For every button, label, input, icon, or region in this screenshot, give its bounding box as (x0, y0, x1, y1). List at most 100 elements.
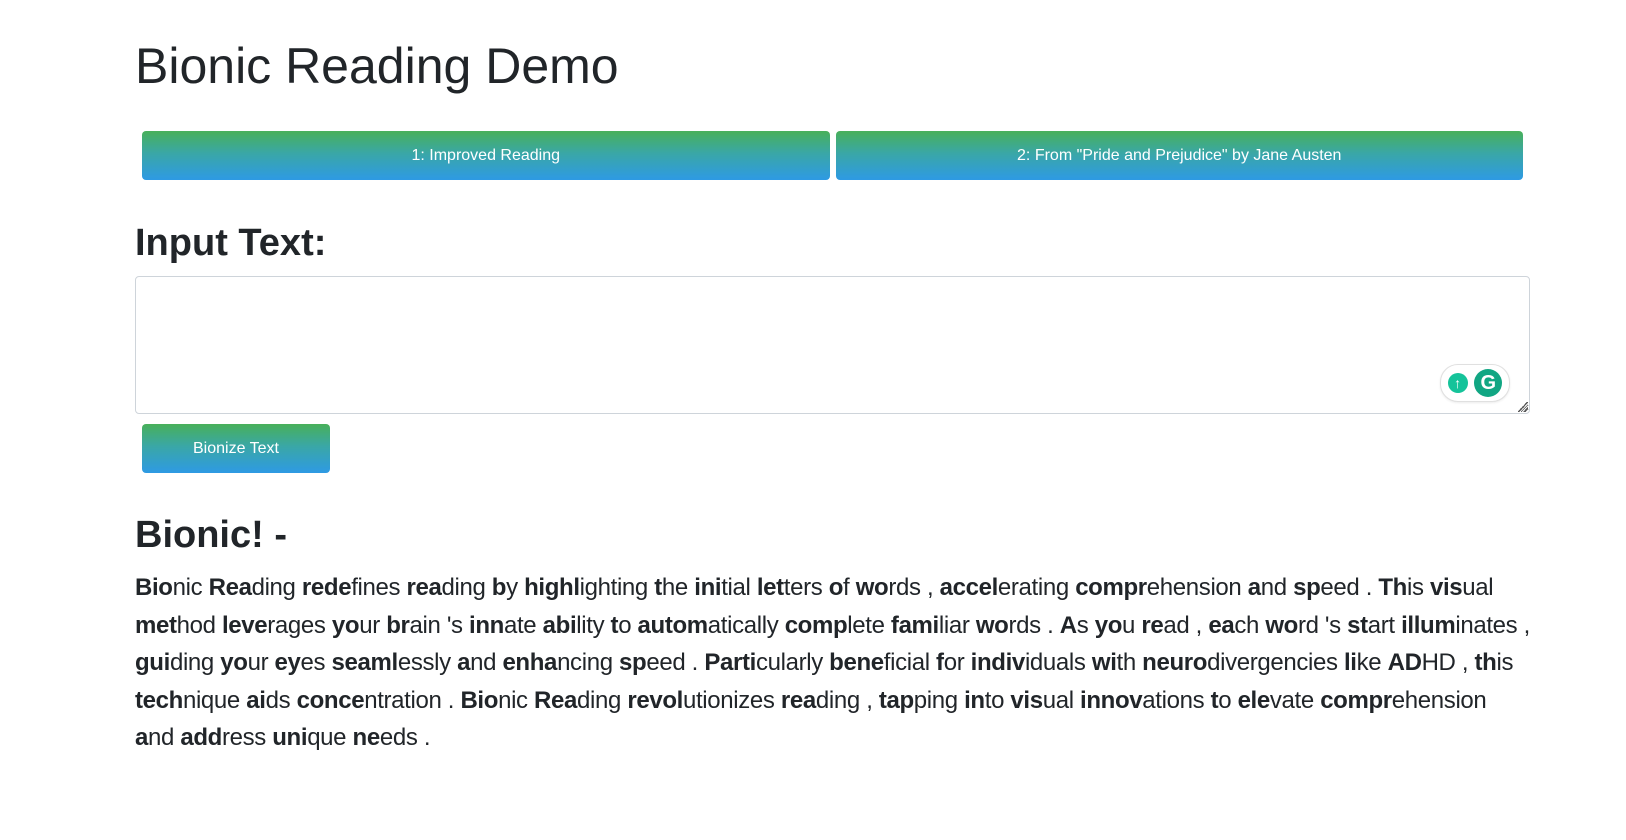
preset-button-improved-reading[interactable]: 1: Improved Reading (142, 131, 830, 180)
bionic-word-rest: art (1367, 611, 1395, 639)
bionic-word-rest: ate (503, 611, 537, 639)
input-text-area[interactable] (135, 276, 1530, 414)
bionic-word-bold: li (1343, 649, 1357, 677)
bionic-word-rest: nic (172, 574, 203, 601)
bionic-word-rest: inates (1455, 611, 1518, 639)
bionic-word-bold: uni (272, 724, 308, 752)
bionic-word: Particularly (704, 649, 823, 676)
bionic-word-bold: ini (694, 574, 722, 601)
bionic-word: . (691, 649, 699, 677)
bionic-word-rest: 's (1324, 611, 1341, 639)
bionic-word: each (1208, 612, 1259, 639)
bionic-word-bold: Th (1378, 574, 1407, 601)
bionic-word: redefines (302, 574, 401, 601)
bionic-word-bold: vis (1429, 574, 1463, 601)
bionic-word-rest: ters (783, 574, 823, 601)
bionic-word-bold: b (491, 574, 507, 601)
bionic-word-bold: compr (1320, 686, 1392, 714)
bionic-word-rest: ual (1042, 686, 1074, 714)
bionic-output-heading: Bionic! - (135, 514, 287, 556)
bionic-word-rest: liar (938, 611, 970, 639)
bionic-word-bold: compr (1075, 574, 1147, 601)
bionic-word-rest: ur (247, 649, 269, 677)
bionic-word-bold: neuro (1142, 649, 1208, 677)
bionic-word-rest: ch (1234, 611, 1259, 639)
bionic-word: you (1095, 611, 1136, 639)
resize-handle-icon[interactable] (1518, 402, 1528, 412)
bionic-word: aids (246, 687, 290, 714)
bionic-word-bold: in (964, 686, 985, 714)
bionic-word-rest: o (618, 611, 632, 639)
grammarly-widget[interactable]: ↑ G (1440, 364, 1510, 402)
bionic-word: eyes (275, 649, 326, 676)
bionic-word-rest: u (1122, 611, 1136, 639)
bionic-word-rest: , (1523, 611, 1531, 639)
bionic-word-bold: t (654, 574, 662, 601)
bionic-word-bold: gui (135, 649, 170, 677)
bionic-word-bold: ea (1208, 611, 1235, 639)
lightbulb-icon[interactable]: ↑ (1447, 373, 1468, 393)
bionic-word: familiar (891, 612, 970, 639)
bionic-word-bold: A (1059, 611, 1077, 639)
bionic-word-bold: a (135, 724, 148, 752)
preset-button-pride-and-prejudice[interactable]: 2: From "Pride and Prejudice" by Jane Au… (835, 131, 1523, 180)
bionic-word-rest: o (1218, 686, 1232, 714)
bionic-word: This (1378, 574, 1424, 601)
bionic-word: accelerating (940, 574, 1070, 601)
bionic-word: 's (447, 612, 463, 639)
bionic-word-rest: nique (182, 686, 240, 714)
bionic-word: neurodivergencies (1142, 649, 1338, 677)
bionic-word-rest: tial (721, 574, 751, 601)
bionic-word-bold: yo (331, 611, 360, 639)
bionic-word: your (220, 649, 268, 676)
bionic-word: seamlessly (332, 649, 452, 676)
bionic-word: your (332, 612, 380, 639)
bionize-text-button[interactable]: Bionize Text (142, 424, 330, 473)
bionic-word: tapping (879, 687, 958, 714)
bionic-word-rest: s (1076, 611, 1089, 639)
bionic-word-rest: ke (1356, 649, 1382, 677)
bionic-word: guiding (135, 649, 214, 676)
bionic-word-rest: ations (1142, 686, 1205, 714)
bionic-word-bold: conce (296, 686, 365, 714)
bionic-word: speed (1293, 574, 1360, 601)
bionic-word: and (135, 724, 174, 751)
bionic-word-rest: que (307, 724, 347, 752)
bionic-word-rest: he (661, 574, 688, 601)
bionic-word-bold: wi (1091, 649, 1117, 677)
bionic-word-rest: nic (498, 686, 528, 714)
bionic-word-rest: ding (815, 686, 860, 714)
bionic-word-rest: ress (221, 724, 266, 752)
bionic-word-rest: to (984, 686, 1005, 714)
bionic-word-bold: yo (220, 649, 248, 677)
bionic-word: for (936, 649, 965, 677)
bionic-word-bold: autom (637, 611, 709, 639)
bionic-word: unique (272, 724, 346, 751)
bionic-word: innovations (1080, 686, 1205, 714)
bionic-word-bold: leve (221, 611, 268, 639)
bionic-word-rest: utionizes (682, 686, 775, 714)
bionic-word: speed (619, 649, 686, 676)
bionic-word: needs (353, 724, 418, 751)
bionic-word-rest: nd (1260, 574, 1287, 601)
bionic-word-rest: ding (441, 574, 486, 601)
bionic-word: beneficial (829, 649, 930, 676)
grammarly-g-icon[interactable]: G (1474, 369, 1503, 397)
bionic-word-rest: y (506, 574, 518, 601)
bionic-word: letters (757, 574, 823, 601)
bionic-word-rest: , (1461, 649, 1469, 677)
bionic-word: technique (135, 687, 240, 714)
bionic-word-rest: ding (169, 649, 214, 677)
bionic-word: ability (543, 612, 605, 639)
bionic-word-rest: eed (1320, 574, 1360, 601)
bionic-word: , (1523, 611, 1531, 639)
bionic-word-rest: or (943, 649, 965, 677)
bionic-word-rest: rd (1297, 611, 1319, 639)
bionic-word: by (492, 574, 518, 601)
bionic-word: ADHD (1388, 649, 1456, 676)
bionic-word: As (1060, 612, 1089, 639)
bionic-word-rest: lity (576, 611, 605, 639)
bionic-word-rest: . (691, 649, 699, 677)
bionic-word-bold: st (1347, 611, 1368, 639)
bionic-word-rest: ain (409, 611, 441, 639)
